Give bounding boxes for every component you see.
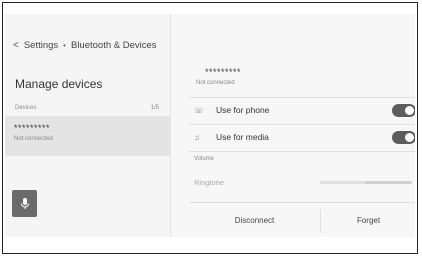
display: < Settings • Bluetooth & Devices Manage … [5,14,415,237]
right-panel: ********* Not connected ☏ Use for phone … [170,14,415,237]
page-title: Manage devices [15,77,103,91]
device-name: ********* [14,123,51,133]
screen-frame: < Settings • Bluetooth & Devices Manage … [2,2,418,254]
device-list-item[interactable]: ********* Not connected [5,116,170,156]
back-chevron-icon[interactable]: < [13,40,19,51]
use-for-phone-toggle[interactable] [392,104,415,117]
voice-button[interactable] [12,190,37,217]
left-panel: < Settings • Bluetooth & Devices Manage … [5,14,170,237]
volume-label: Volume [194,156,215,162]
selected-device-status: Not connected [196,80,235,86]
use-for-phone-row[interactable]: ☏ Use for phone [189,98,415,124]
devices-label: Devices [15,105,37,111]
use-for-media-toggle[interactable] [392,131,415,144]
phone-icon: ☏ [194,106,205,115]
music-note-icon: ♫ [194,133,200,142]
breadcrumb: < Settings • Bluetooth & Devices [13,40,157,51]
use-for-phone-label: Use for phone [216,105,270,115]
devices-header: Devices 1/5 [15,105,159,111]
disconnect-button[interactable]: Disconnect [189,203,320,237]
use-for-media-row[interactable]: ♫ Use for media [189,125,415,151]
breadcrumb-separator: • [63,41,66,50]
breadcrumb-current: Bluetooth & Devices [70,40,157,51]
breadcrumb-parent[interactable]: Settings [24,40,58,51]
use-for-media-label: Use for media [216,132,269,142]
device-status: Not connected [14,136,53,142]
divider [189,151,415,152]
toggle-knob [405,106,414,115]
forget-button[interactable]: Forget [321,203,415,237]
microphone-icon [20,198,29,209]
ringtone-label: Ringtone [194,178,225,187]
action-buttons: Disconnect Forget [189,202,415,237]
selected-device-name: ********* [205,67,242,77]
devices-count: 1/5 [150,105,159,111]
ringtone-slider[interactable] [320,181,412,184]
ringtone-slider-fill [320,181,366,184]
toggle-knob [405,133,414,142]
